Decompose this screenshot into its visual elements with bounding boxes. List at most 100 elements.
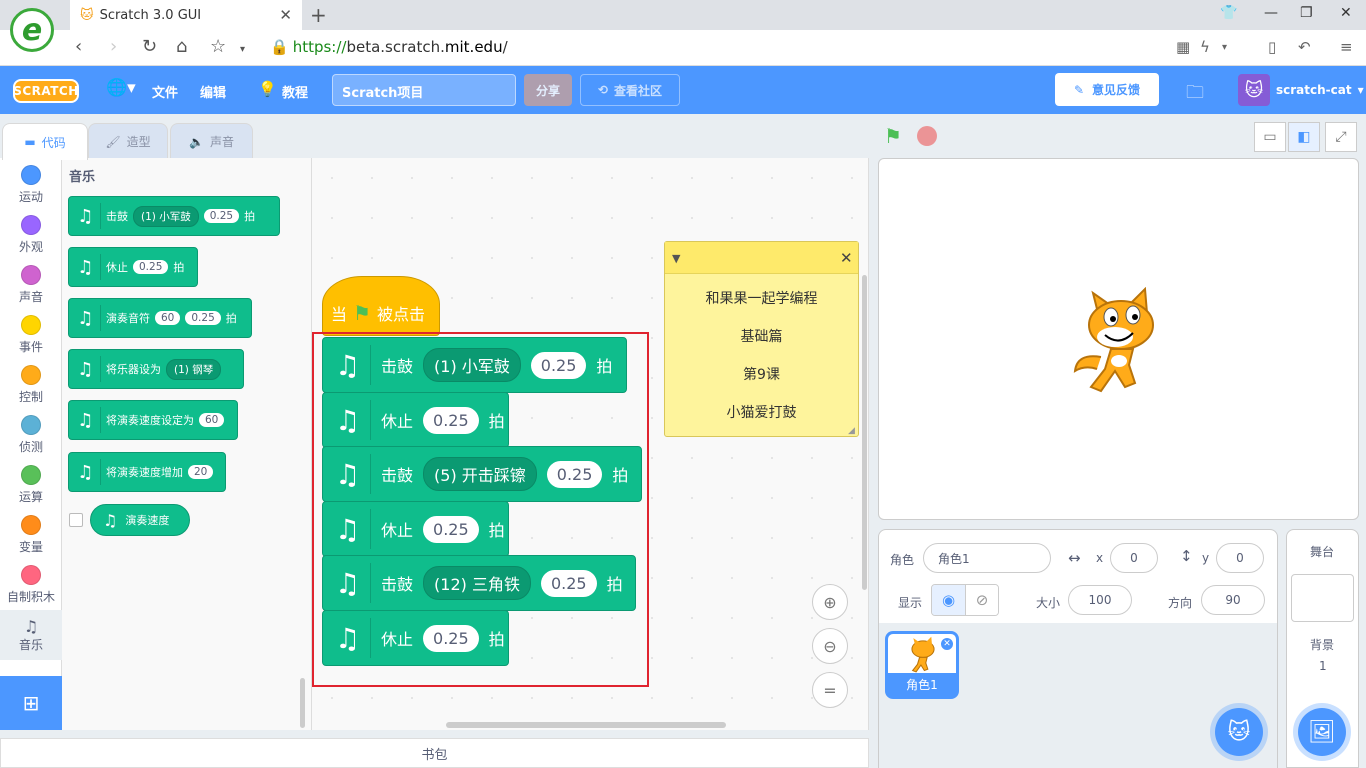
workspace-horizontal-scrollbar[interactable] <box>446 722 726 728</box>
reload-icon[interactable]: ↻ <box>142 36 157 57</box>
beats-input[interactable]: 0.25 <box>423 406 479 434</box>
backpack-bar[interactable]: 书包 <box>0 738 869 768</box>
script-block-play-drum[interactable]: ♫ 击鼓 (12) 三角铁 0.25 拍 <box>322 555 636 611</box>
script-block-play-drum[interactable]: ♫ 击鼓 (5) 开击踩镲 0.25 拍 <box>322 446 642 502</box>
green-flag-icon[interactable]: ⚑ <box>884 124 902 148</box>
resize-handle-icon[interactable]: ◢ <box>848 426 855 436</box>
tempo-change-input[interactable]: 20 <box>188 465 214 479</box>
category-looks[interactable]: 外观 <box>0 210 62 260</box>
script-block-rest[interactable]: ♫ 休止 0.25 拍 <box>322 392 509 448</box>
tutorials-menu[interactable]: 教程 <box>282 82 308 101</box>
beats-input[interactable]: 0.25 <box>423 624 479 652</box>
tablet-icon[interactable]: ▯ <box>1268 38 1276 56</box>
palette-block-change-tempo[interactable]: ♫ 将演奏速度增加 20 <box>68 452 226 492</box>
add-extension-button[interactable]: ⊞ <box>0 676 62 730</box>
home-icon[interactable]: ⌂ <box>176 36 187 57</box>
when-flag-clicked-block[interactable]: 当 ⚑ 被点击 <box>322 276 440 336</box>
zoom-out-button[interactable]: ⊖ <box>812 628 848 664</box>
url-field[interactable]: 🔒 https://beta.scratch.mit.edu/ <box>270 38 508 56</box>
beats-input[interactable]: 0.25 <box>203 209 240 223</box>
bolt-icon[interactable]: ϟ <box>1200 38 1210 56</box>
drum-dropdown[interactable]: (5) 开击踩镲 <box>423 457 537 491</box>
category-control[interactable]: 控制 <box>0 360 62 410</box>
category-sensing[interactable]: 侦测 <box>0 410 62 460</box>
sprite-name-input[interactable]: 角色1 <box>923 543 1051 573</box>
scratch-logo[interactable]: SCRATCH <box>13 79 79 103</box>
script-block-rest[interactable]: ♫ 休止 0.25 拍 <box>322 501 509 557</box>
fullscreen-button[interactable]: ⤢ <box>1325 122 1357 152</box>
close-window-icon[interactable]: ✕ <box>1340 5 1352 21</box>
stage-canvas[interactable] <box>878 158 1359 520</box>
user-menu[interactable]: 🐱 scratch-cat ▾ <box>1238 74 1364 106</box>
file-menu[interactable]: 文件 <box>152 82 178 101</box>
browser-tab[interactable]: 🐱 Scratch 3.0 GUI ✕ <box>70 0 302 30</box>
favorite-star-icon[interactable]: ☆ <box>210 36 226 57</box>
palette-block-tempo-reporter[interactable]: ♫ 演奏速度 <box>90 504 190 536</box>
new-tab-icon[interactable]: + <box>310 3 327 27</box>
scratch-cat-sprite[interactable] <box>1071 287 1171 397</box>
script-block-play-drum[interactable]: ♫ 击鼓 (1) 小军鼓 0.25 拍 <box>322 337 627 393</box>
stop-icon[interactable] <box>917 126 937 146</box>
beats-input[interactable]: 0.25 <box>185 311 221 325</box>
undo-icon[interactable]: ↶ <box>1298 38 1311 56</box>
collapse-triangle-icon[interactable]: ▼ <box>672 252 680 265</box>
feedback-button[interactable]: ✎ 意见反馈 <box>1055 73 1159 106</box>
drum-dropdown[interactable]: (12) 三角铁 <box>423 566 531 600</box>
hide-eye-icon[interactable]: ⊘ <box>964 585 998 615</box>
add-sprite-button[interactable]: 🐱 <box>1215 708 1263 756</box>
palette-block-play-drum[interactable]: ♫ 击鼓 (1) 小军鼓 0.25 拍 <box>68 196 280 236</box>
note-input[interactable]: 60 <box>155 311 181 325</box>
category-motion[interactable]: 运动 <box>0 160 62 210</box>
category-operators[interactable]: 运算 <box>0 460 62 510</box>
tempo-monitor-checkbox[interactable] <box>69 513 83 527</box>
tab-code[interactable]: ▬ 代码 <box>2 123 88 160</box>
menu-icon[interactable]: ≡ <box>1340 38 1353 56</box>
direction-input[interactable]: 90 <box>1201 585 1265 615</box>
my-stuff-folder-icon[interactable]: 🗀 <box>1186 80 1204 110</box>
see-community-button[interactable]: ⟲ 查看社区 <box>580 74 680 106</box>
category-my-blocks[interactable]: 自制积木 <box>0 560 62 610</box>
workspace-vertical-scrollbar[interactable] <box>862 275 867 590</box>
small-stage-button[interactable]: ▭ <box>1254 122 1286 152</box>
category-music[interactable]: ♫ 音乐 <box>0 610 62 660</box>
size-input[interactable]: 100 <box>1068 585 1132 615</box>
drum-dropdown[interactable]: (1) 小军鼓 <box>133 205 199 227</box>
add-backdrop-button[interactable]: 🖼 <box>1298 708 1346 756</box>
category-variables[interactable]: 变量 <box>0 510 62 560</box>
zoom-in-button[interactable]: ⊕ <box>812 584 848 620</box>
beats-input[interactable]: 0.25 <box>540 569 597 597</box>
favorites-dropdown-icon[interactable]: ▾ <box>240 44 245 55</box>
drum-dropdown[interactable]: (1) 小军鼓 <box>423 348 521 382</box>
palette-block-set-tempo[interactable]: ♫ 将演奏速度设定为 60 <box>68 400 238 440</box>
qr-icon[interactable]: ▦ <box>1176 38 1190 56</box>
beats-input[interactable]: 0.25 <box>546 460 603 488</box>
beats-input[interactable]: 0.25 <box>133 260 169 274</box>
stage-thumbnail[interactable] <box>1291 574 1354 622</box>
palette-block-rest[interactable]: ♫ 休止 0.25 拍 <box>68 247 198 287</box>
show-eye-icon[interactable]: ◉ <box>932 585 965 615</box>
shirt-icon[interactable]: 👕 <box>1220 5 1237 21</box>
zoom-reset-button[interactable]: = <box>812 672 848 708</box>
back-icon[interactable]: ‹ <box>75 36 82 57</box>
palette-scrollbar[interactable] <box>300 678 305 728</box>
tab-costumes[interactable]: 🖌 造型 <box>88 123 168 159</box>
palette-block-set-instrument[interactable]: ♫ 将乐器设为 (1) 钢琴 <box>68 349 244 389</box>
forward-icon[interactable]: › <box>110 36 117 57</box>
mode-dropdown-icon[interactable]: ▾ <box>1222 42 1227 53</box>
project-title-input[interactable]: Scratch项目 <box>332 74 516 106</box>
tempo-input[interactable]: 60 <box>199 413 225 427</box>
language-globe-icon[interactable]: 🌐▾ <box>106 78 136 98</box>
palette-block-play-note[interactable]: ♫ 演奏音符 60 0.25 拍 <box>68 298 252 338</box>
tab-sounds[interactable]: 🔈 声音 <box>170 123 253 159</box>
beats-input[interactable]: 0.25 <box>423 515 479 543</box>
comment-note-header[interactable] <box>665 242 858 274</box>
category-events[interactable]: 事件 <box>0 310 62 360</box>
beats-input[interactable]: 0.25 <box>530 351 587 379</box>
script-block-rest[interactable]: ♫ 休止 0.25 拍 <box>322 610 509 666</box>
minimize-icon[interactable]: — <box>1264 5 1278 21</box>
maximize-icon[interactable]: ❐ <box>1300 5 1313 21</box>
close-icon[interactable]: ✕ <box>840 249 853 267</box>
category-sound[interactable]: 声音 <box>0 260 62 310</box>
instrument-dropdown[interactable]: (1) 钢琴 <box>166 358 222 380</box>
edit-menu[interactable]: 编辑 <box>200 82 226 101</box>
